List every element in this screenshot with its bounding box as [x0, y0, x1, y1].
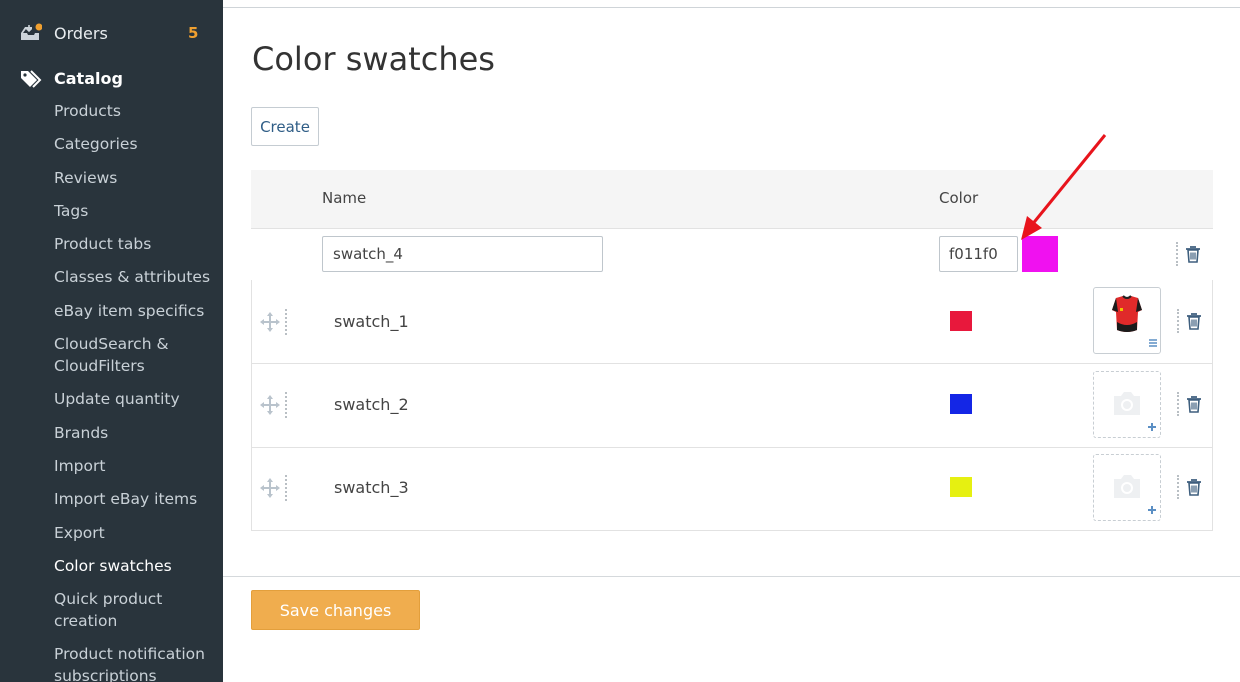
sidebar-item-export[interactable]: Export: [54, 522, 219, 544]
new-swatch-name-input[interactable]: [322, 236, 603, 272]
sidebar-item-categories[interactable]: Categories: [54, 133, 219, 155]
save-changes-button[interactable]: Save changes: [251, 590, 420, 630]
camera-icon: [1114, 392, 1156, 431]
sidebar-item-import-ebay-items[interactable]: Import eBay items: [54, 488, 219, 510]
sidebar-item-reviews[interactable]: Reviews: [54, 167, 219, 189]
new-swatch-color-input[interactable]: [939, 236, 1018, 272]
sidebar-item-product-notification-subscriptions[interactable]: Product notification subscriptions: [54, 643, 219, 682]
sidebar-item-tags[interactable]: Tags: [54, 200, 219, 222]
trash-icon[interactable]: [1184, 245, 1202, 263]
trash-icon[interactable]: [1185, 312, 1203, 330]
table-row: swatch_2: [251, 364, 1213, 448]
sidebar-item-ebay-item-specifics[interactable]: eBay item specifics: [54, 300, 219, 322]
table-row: swatch_3: [251, 448, 1213, 531]
sidebar-item-catalog[interactable]: Catalog: [0, 64, 223, 94]
footer-divider: [223, 576, 1240, 577]
orders-inbox-icon: [21, 23, 42, 40]
drag-handle-icon[interactable]: [259, 394, 281, 416]
swatch-color-chip[interactable]: [950, 394, 972, 414]
tags-icon: [21, 70, 42, 88]
drag-handle-icon[interactable]: [259, 311, 281, 333]
drag-divider-dots: [285, 392, 288, 418]
shirt-image-icon: [1112, 295, 1157, 347]
name-column-header: Name: [322, 189, 367, 207]
sidebar-item-product-tabs[interactable]: Product tabs: [54, 233, 219, 255]
swatch-color-chip[interactable]: [950, 477, 972, 497]
sidebar-item-products[interactable]: Products: [54, 100, 219, 122]
table-row: swatch_1: [251, 280, 1213, 364]
drag-divider-dots: [285, 309, 288, 335]
trash-icon[interactable]: [1185, 395, 1203, 413]
sidebar-item-orders[interactable]: Orders 5: [0, 18, 223, 50]
sidebar-item-classes-attributes[interactable]: Classes & attributes: [54, 266, 219, 288]
page-title: Color swatches: [252, 40, 495, 78]
row-divider-dots: [1177, 309, 1180, 333]
add-image-placeholder[interactable]: [1093, 454, 1161, 521]
sidebar-orders-label: Orders: [54, 24, 108, 43]
annotation-arrow: [1021, 134, 1107, 240]
row-divider-dots: [1177, 392, 1180, 416]
sidebar-item-brands[interactable]: Brands: [54, 422, 219, 444]
sidebar-item-cloudsearch[interactable]: CloudSearch & CloudFilters: [54, 333, 219, 377]
sidebar-item-import[interactable]: Import: [54, 455, 219, 477]
sidebar-item-quick-product-creation[interactable]: Quick product creation: [54, 588, 219, 632]
row-divider-dots: [1176, 242, 1179, 266]
sidebar-item-update-quantity[interactable]: Update quantity: [54, 388, 219, 410]
camera-icon: [1114, 475, 1156, 514]
header-divider: [223, 7, 1240, 8]
swatch-name: swatch_3: [334, 478, 409, 497]
add-image-placeholder[interactable]: [1093, 371, 1161, 438]
trash-icon[interactable]: [1185, 478, 1203, 496]
orders-count-badge: 5: [188, 24, 199, 42]
drag-handle-icon[interactable]: [259, 477, 281, 499]
swatch-color-chip[interactable]: [950, 311, 972, 331]
row-divider-dots: [1177, 475, 1180, 499]
swatch-name: swatch_1: [334, 312, 409, 331]
catalog-subnav: Products Categories Reviews Tags Product…: [54, 100, 219, 682]
sidebar-item-color-swatches[interactable]: Color swatches: [54, 555, 219, 577]
color-column-header: Color: [939, 189, 979, 207]
create-button[interactable]: Create: [251, 107, 319, 146]
sidebar: Orders 5 Catalog Products Categories Rev…: [0, 0, 223, 682]
drag-divider-dots: [285, 475, 288, 501]
sidebar-catalog-label: Catalog: [54, 69, 123, 88]
swatch-name: swatch_2: [334, 395, 409, 414]
swatch-image[interactable]: [1093, 287, 1161, 354]
